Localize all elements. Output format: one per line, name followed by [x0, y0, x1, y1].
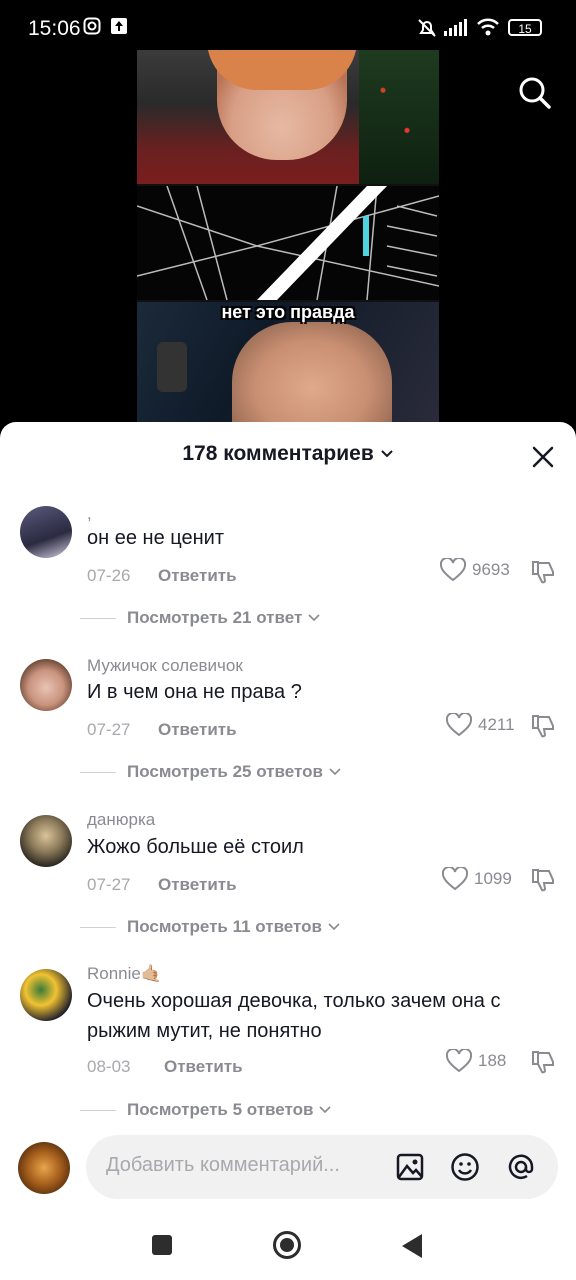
reply-button[interactable]: Ответить	[158, 875, 237, 895]
comment-username[interactable]: данюрка	[87, 810, 155, 830]
like-count: 1099	[474, 869, 512, 888]
comments-header[interactable]: 178 комментариев	[0, 442, 576, 466]
comment-date: 07-27	[87, 875, 131, 894]
reply-button[interactable]: Ответить	[164, 1057, 243, 1077]
chevron-down-icon	[329, 768, 341, 776]
like-button[interactable]: 188	[446, 1049, 506, 1073]
navigation-bar	[0, 1210, 576, 1280]
mute-bell-icon	[418, 19, 436, 37]
view-replies-button[interactable]: Посмотреть 21 ответ	[80, 608, 321, 628]
view-replies-button[interactable]: Посмотреть 5 ответов	[80, 1100, 332, 1120]
dislike-icon[interactable]	[530, 1049, 556, 1075]
comment-input[interactable]: Добавить комментарий...	[86, 1135, 558, 1199]
circle-icon[interactable]	[272, 1230, 302, 1260]
comment-date: 07-27	[87, 720, 131, 739]
like-count: 9693	[472, 560, 510, 579]
heart-icon	[440, 558, 466, 582]
comment-text: И в чем она не права ?	[87, 681, 302, 703]
reply-button[interactable]: Ответить	[158, 720, 237, 740]
triangle-icon[interactable]	[400, 1233, 424, 1259]
chevron-down-icon	[380, 450, 393, 458]
video-caption: нет это правда	[221, 302, 355, 322]
chevron-down-icon	[328, 923, 340, 931]
dislike-icon[interactable]	[530, 559, 556, 585]
comment-username[interactable]: Ronnie🤙🏼	[87, 964, 162, 984]
divider	[80, 1109, 116, 1111]
video-panel-bottom: нет это правда	[137, 302, 439, 425]
divider	[80, 926, 116, 928]
view-replies-button[interactable]: Посмотреть 25 ответов	[80, 762, 342, 782]
streamer-girl-image	[232, 322, 392, 425]
avatar[interactable]	[20, 659, 72, 711]
video-panel-top	[137, 50, 439, 184]
instagram-icon	[83, 17, 101, 35]
like-button[interactable]: 1099	[442, 867, 512, 891]
battery-level: 15	[518, 22, 532, 36]
emoji-icon[interactable]	[450, 1152, 480, 1182]
divider	[80, 771, 116, 773]
comments-count: 178 комментариев	[182, 442, 374, 465]
close-icon[interactable]	[530, 444, 556, 470]
avatar[interactable]	[20, 506, 72, 558]
signal-icon	[444, 19, 467, 36]
heart-icon	[446, 1049, 472, 1073]
comment-date: 08-03	[87, 1057, 131, 1076]
comment-input-bar: Добавить комментарий...	[0, 1134, 576, 1200]
view-replies-label: Посмотреть 11 ответов	[127, 917, 322, 936]
divider	[80, 617, 116, 619]
avatar[interactable]	[20, 815, 72, 867]
reply-button[interactable]: Ответить	[158, 566, 237, 586]
upload-icon	[111, 18, 127, 34]
comment-text: он ее не ценит	[87, 527, 224, 549]
heart-icon	[442, 867, 468, 891]
like-count: 188	[478, 1051, 507, 1070]
video-panel-middle	[137, 186, 439, 300]
christmas-tree-image	[359, 50, 439, 184]
chevron-down-icon	[308, 614, 320, 622]
view-replies-button[interactable]: Посмотреть 11 ответов	[80, 917, 341, 937]
search-icon[interactable]	[518, 76, 552, 110]
view-replies-label: Посмотреть 25 ответов	[127, 762, 323, 781]
comment-text: Жожо больше её стоил	[87, 836, 304, 858]
dislike-icon[interactable]	[530, 867, 556, 893]
battery-indicator: 15	[508, 19, 542, 36]
at-icon[interactable]	[506, 1152, 536, 1182]
my-avatar[interactable]	[18, 1142, 70, 1194]
wifi-icon	[477, 18, 499, 36]
square-icon[interactable]	[151, 1234, 173, 1256]
view-replies-label: Посмотреть 5 ответов	[127, 1100, 314, 1119]
like-button[interactable]: 9693	[440, 558, 510, 582]
microphone-image	[157, 342, 187, 392]
comment-input-placeholder: Добавить комментарий...	[106, 1154, 340, 1176]
heart-icon	[446, 713, 472, 737]
status-time: 15:06	[28, 17, 81, 40]
view-replies-label: Посмотреть 21 ответ	[127, 608, 303, 627]
status-bar: 15:06 15	[0, 0, 576, 56]
video-player[interactable]: нет это правда	[137, 50, 439, 425]
comment-username[interactable]: Мужичок солевичок	[87, 656, 243, 676]
comment-username[interactable]: ,	[87, 504, 92, 524]
comment-date: 07-26	[87, 566, 131, 585]
image-icon[interactable]	[395, 1152, 425, 1182]
dislike-icon[interactable]	[530, 713, 556, 739]
avatar[interactable]	[20, 969, 72, 1021]
neon-tunnel-image	[137, 186, 439, 300]
chevron-down-icon	[319, 1106, 332, 1114]
like-count: 4211	[478, 715, 515, 734]
like-button[interactable]: 4211	[446, 713, 515, 737]
comment-text: Очень хорошая девочка, только зачем она …	[87, 990, 501, 1042]
